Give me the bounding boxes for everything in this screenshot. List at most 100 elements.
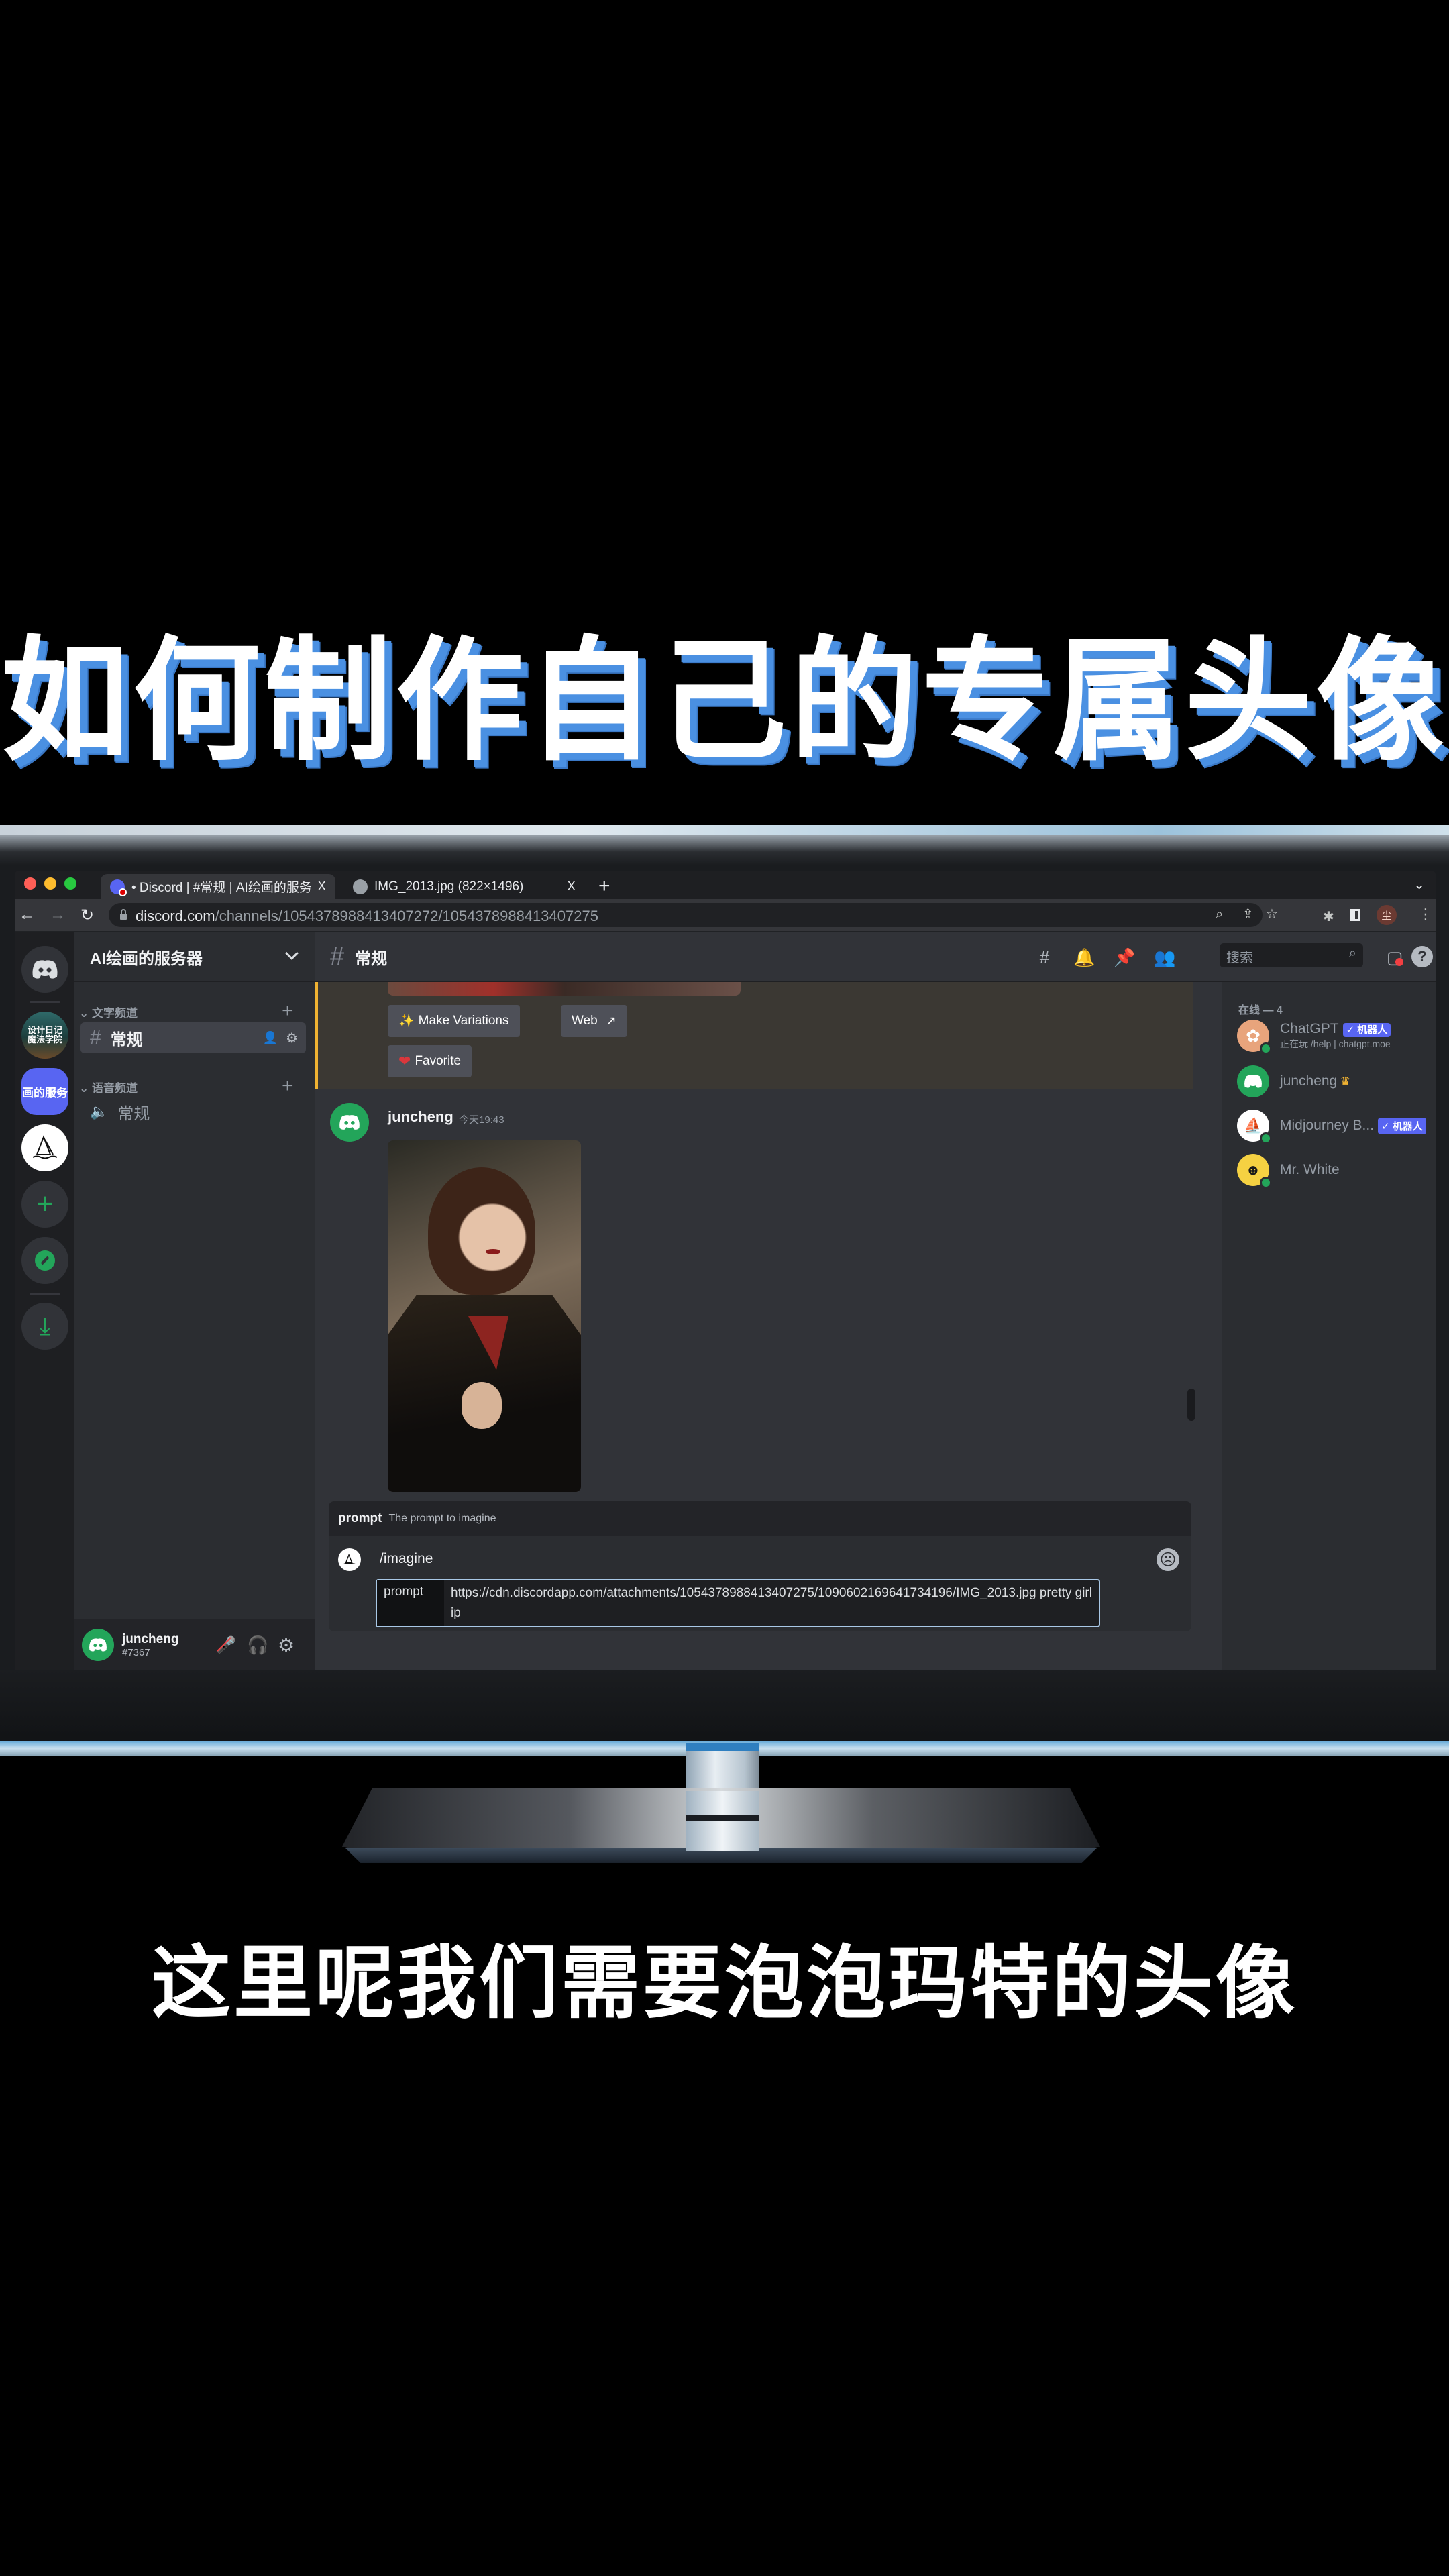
uploaded-photo[interactable] xyxy=(388,1140,581,1492)
minimize-window-button[interactable] xyxy=(44,877,56,890)
web-link-button[interactable]: Web ↗ xyxy=(561,1005,627,1037)
discord-logo-icon xyxy=(89,1638,107,1652)
make-variations-button[interactable]: ✨ Make Variations xyxy=(388,1005,520,1037)
sailboat-icon xyxy=(32,1135,58,1159)
crown-icon: ♛ xyxy=(1340,1074,1351,1088)
emoji-picker-icon[interactable]: ☹ xyxy=(1157,1548,1179,1571)
tab-discord[interactable]: • Discord | #常规 | AI绘画的服务 X xyxy=(101,874,335,899)
server-list: 设计日记 魔法学院 画的服务 + ⤓ xyxy=(15,932,74,1670)
member-activity: 正在玩 /help | chatgpt.moe xyxy=(1280,1038,1391,1049)
photo-hand xyxy=(462,1382,502,1429)
mr-white-avatar: ☻ xyxy=(1237,1154,1272,1189)
globe-icon xyxy=(353,879,368,894)
option-hint-desc: The prompt to imagine xyxy=(388,1513,496,1524)
url-text: discord.com/channels/1054378988413407272… xyxy=(136,908,598,924)
help-icon[interactable]: ? xyxy=(1411,946,1433,967)
server-ai-painting[interactable]: 画的服务 xyxy=(21,1068,68,1115)
new-tab-button[interactable]: + xyxy=(598,875,610,898)
favorite-button[interactable]: ❤ Favorite xyxy=(388,1045,472,1077)
explore-servers-button[interactable] xyxy=(21,1237,68,1284)
zoom-search-icon[interactable]: ⌕ xyxy=(1216,907,1223,922)
message-avatar[interactable] xyxy=(330,1103,369,1142)
chat-area: ✨ Make Variations Web ↗ ❤ Favorite juncheng… xyxy=(315,932,1222,1670)
online-status-dot xyxy=(1260,1042,1272,1055)
user-panel: juncheng #7367 🎤 🎧 ⚙ xyxy=(74,1619,315,1670)
bookmark-star-icon[interactable]: ☆ xyxy=(1266,906,1278,922)
back-arrow-icon[interactable]: ← xyxy=(19,906,35,924)
server-header[interactable]: AI绘画的服务器 xyxy=(74,932,315,982)
message-author[interactable]: juncheng xyxy=(388,1108,453,1126)
monitor-chin xyxy=(0,1670,1449,1751)
midjourney-command-icon xyxy=(338,1548,361,1571)
headphones-icon[interactable]: 🎧 xyxy=(247,1635,268,1656)
server-separator xyxy=(30,1001,60,1003)
add-server-button[interactable]: + xyxy=(21,1181,68,1228)
slash-command-input: prompt The prompt to imagine /imagine ☹ … xyxy=(329,1501,1191,1631)
reload-icon[interactable]: ↻ xyxy=(80,906,94,925)
server-design-diary[interactable]: 设计日记 魔法学院 xyxy=(21,1012,68,1059)
server-separator xyxy=(30,1293,60,1295)
member-chatgpt[interactable]: ✿ ChatGPT ✓ 机器人 正在玩 /help | chatgpt.moe xyxy=(1237,1020,1391,1055)
search-icon: ⌕ xyxy=(1348,946,1356,961)
side-panel-icon[interactable] xyxy=(1350,909,1360,921)
prompt-input[interactable]: https://cdn.discordapp.com/attachments/1… xyxy=(444,1580,1099,1626)
tab-image[interactable]: IMG_2013.jpg (822×1496) X xyxy=(343,874,585,899)
inbox-icon[interactable]: ▢ xyxy=(1385,947,1405,967)
tab-label: IMG_2013.jpg (822×1496) xyxy=(374,879,524,894)
bell-icon[interactable]: 🔔 xyxy=(1073,947,1095,967)
online-status-dot xyxy=(1260,1177,1272,1189)
create-channel-button[interactable]: + xyxy=(282,1075,294,1097)
search-placeholder: 搜索 xyxy=(1226,951,1253,965)
discord-app: 设计日记 魔法学院 画的服务 + ⤓ AI绘画的服务器 ⌄ 文字频道 + # 常… xyxy=(15,932,1436,1670)
channel-general-voice[interactable]: 🔈 常规 xyxy=(80,1096,306,1127)
category-text-channels[interactable]: ⌄ 文字频道 + xyxy=(79,1000,294,1022)
member-list-icon[interactable]: 👥 xyxy=(1154,947,1175,967)
photo-face xyxy=(428,1167,535,1295)
member-midjourney[interactable]: ⛵ Midjourney B... ✓ 机器人 xyxy=(1237,1110,1426,1144)
prompt-option-field[interactable]: prompt https://cdn.discordapp.com/attach… xyxy=(376,1579,1100,1627)
discord-favicon xyxy=(110,879,127,896)
chat-scrollbar[interactable] xyxy=(1187,1389,1195,1421)
gear-icon[interactable]: ⚙ xyxy=(286,1030,298,1046)
mute-mic-icon[interactable]: 🎤 xyxy=(216,1635,236,1655)
channel-general-text[interactable]: # 常规 👤 ⚙ xyxy=(80,1022,306,1053)
close-tab-icon[interactable]: X xyxy=(317,879,326,894)
search-input[interactable]: 搜索 ⌕ xyxy=(1220,943,1363,967)
discord-logo-icon xyxy=(339,1115,360,1130)
category-label: 语音频道 xyxy=(91,1082,138,1095)
channel-title: 常规 xyxy=(355,949,388,968)
pin-icon[interactable]: 📌 xyxy=(1114,947,1135,967)
extensions-puzzle-icon[interactable]: ✱ xyxy=(1323,908,1334,925)
address-bar[interactable]: discord.com/channels/1054378988413407272… xyxy=(109,903,1278,927)
bot-message-highlight: ✨ Make Variations Web ↗ ❤ Favorite xyxy=(315,982,1193,1089)
category-voice-channels[interactable]: ⌄ 语音频道 + xyxy=(79,1075,294,1097)
hash-icon: # xyxy=(90,1026,101,1049)
maximize-window-button[interactable] xyxy=(64,877,76,890)
share-icon[interactable]: ⇪ xyxy=(1242,906,1254,922)
tab-search-chevron-icon[interactable]: ⌄ xyxy=(1413,876,1425,893)
close-tab-icon[interactable]: X xyxy=(567,879,576,894)
compass-icon xyxy=(35,1250,55,1271)
server-midjourney[interactable] xyxy=(21,1124,68,1171)
profile-avatar[interactable]: 尘 xyxy=(1377,905,1397,925)
browser-menu-icon[interactable]: ⋮ xyxy=(1418,906,1433,923)
bot-badge: ✓ 机器人 xyxy=(1378,1117,1426,1134)
juncheng-avatar xyxy=(1237,1065,1269,1097)
download-apps-button[interactable]: ⤓ xyxy=(21,1303,68,1350)
close-window-button[interactable] xyxy=(24,877,36,890)
user-settings-gear-icon[interactable]: ⚙ xyxy=(278,1634,294,1656)
threads-icon[interactable]: # xyxy=(1034,947,1055,967)
tab-label: • Discord | #常规 | AI绘画的服务 xyxy=(131,881,312,895)
browser-tab-bar: • Discord | #常规 | AI绘画的服务 X IMG_2013.jpg… xyxy=(15,871,1436,899)
browser-toolbar: ← → ↻ discord.com/channels/1054378988413… xyxy=(15,899,1436,931)
create-channel-button[interactable]: + xyxy=(282,1000,294,1022)
magic-wand-icon: ✨ xyxy=(398,1014,415,1028)
user-avatar[interactable] xyxy=(82,1629,114,1661)
member-juncheng[interactable]: juncheng ♛ xyxy=(1237,1065,1350,1097)
member-mr-white[interactable]: ☻ Mr. White xyxy=(1237,1154,1340,1189)
home-button[interactable] xyxy=(21,946,68,993)
forward-arrow-icon[interactable]: → xyxy=(50,906,66,924)
channel-header: # 常规 # 🔔 📌 👥 搜索 ⌕ ▢ ? xyxy=(315,932,1436,982)
invite-user-icon[interactable]: 👤 xyxy=(263,1031,278,1045)
online-status-dot xyxy=(1260,1132,1272,1144)
